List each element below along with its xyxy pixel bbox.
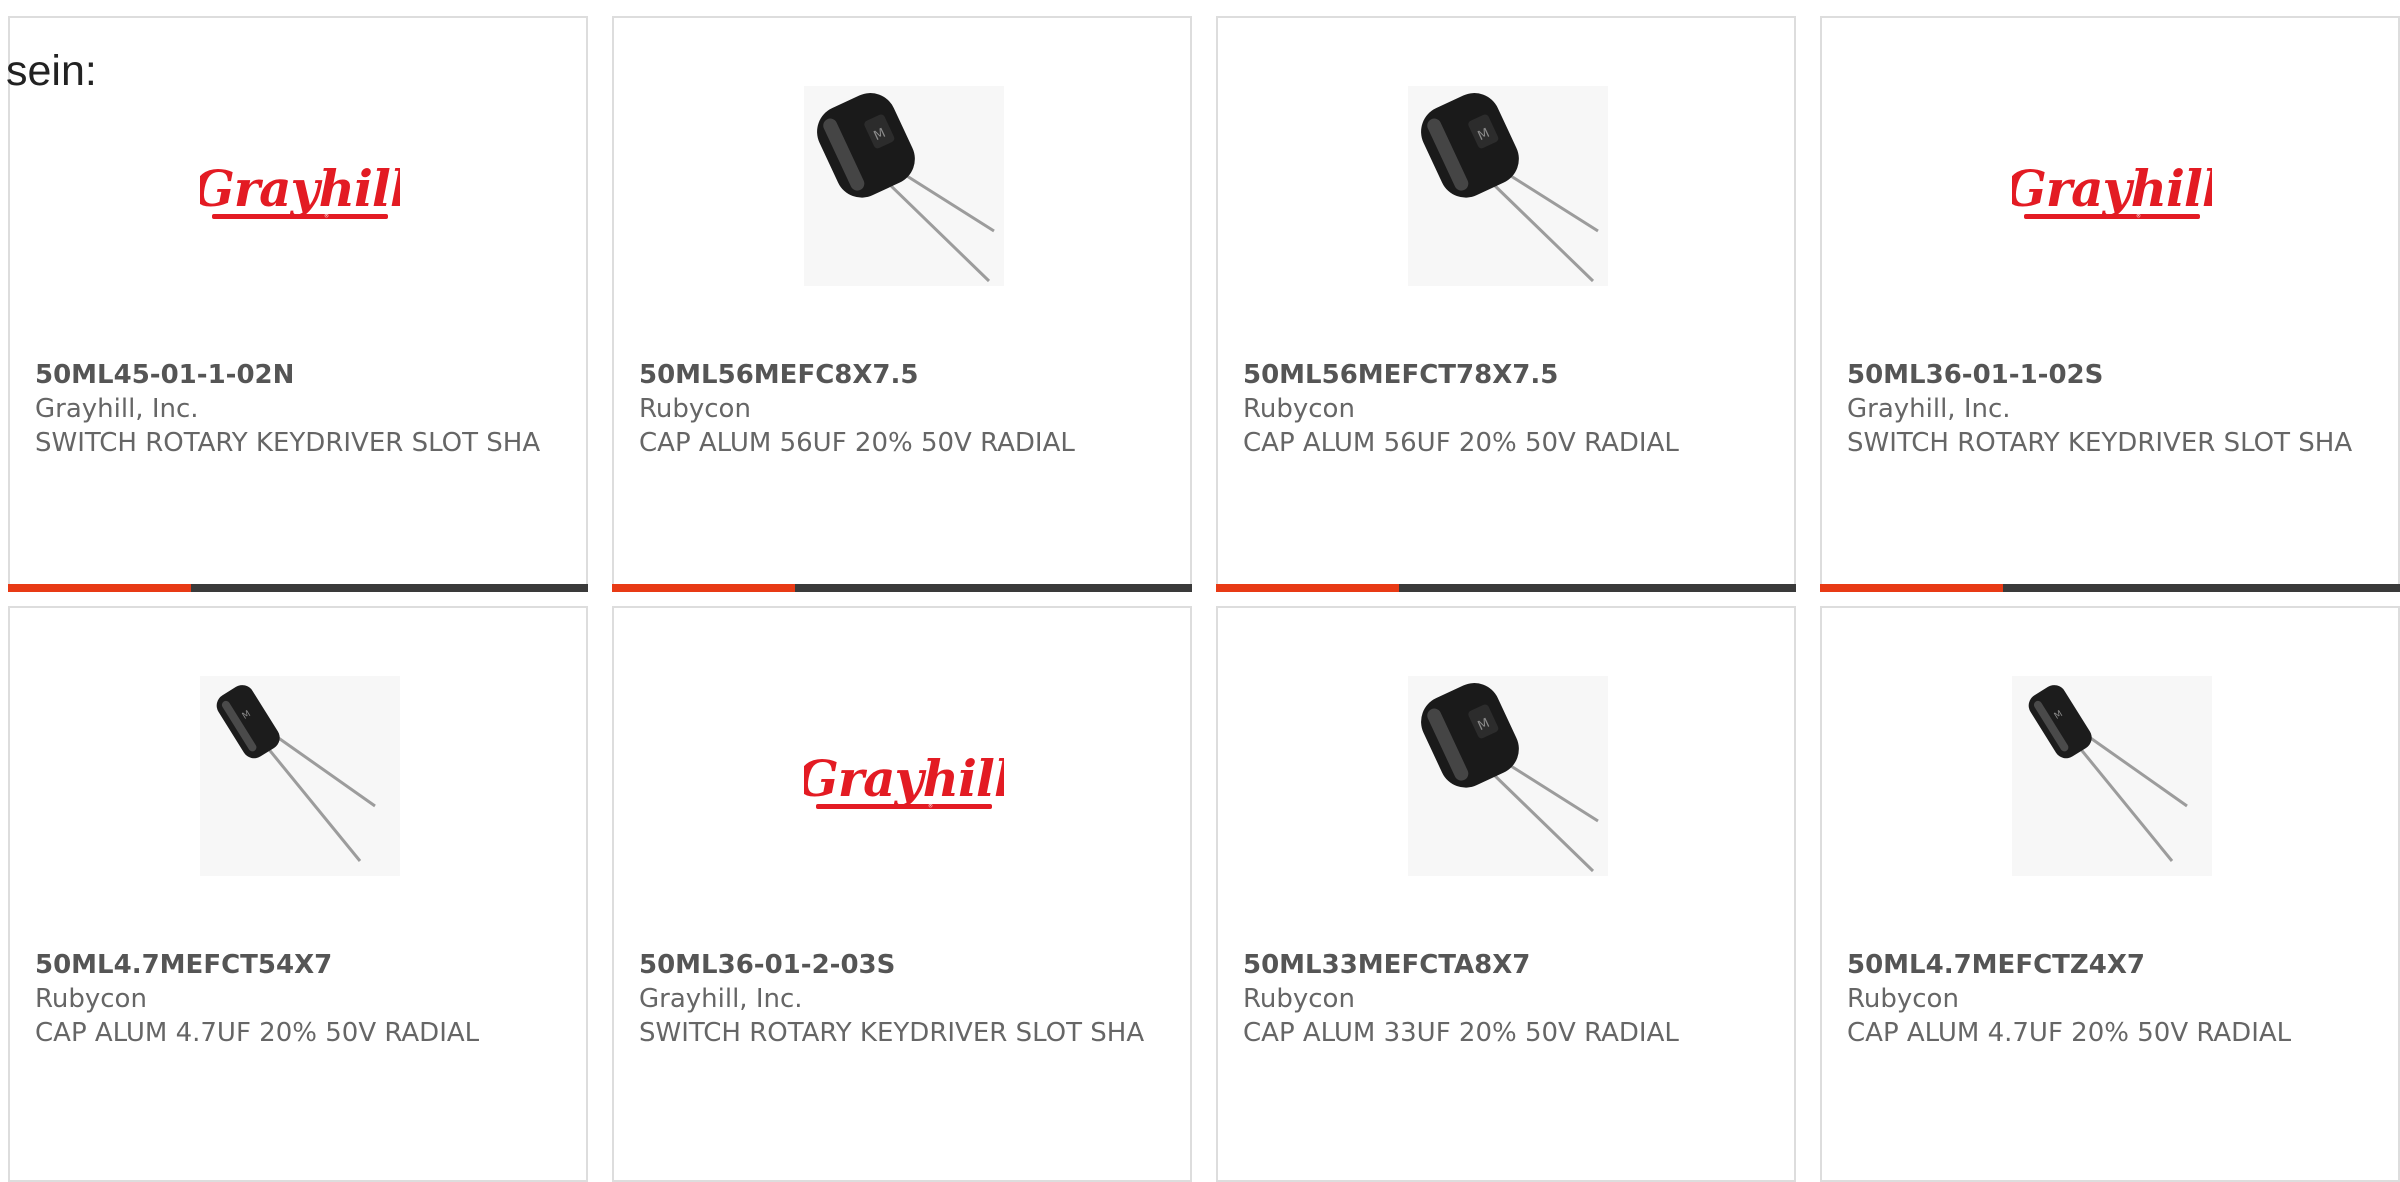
- product-image[interactable]: M: [1408, 676, 1608, 876]
- part-number-link[interactable]: 50ML56MEFCT78X7.5: [1243, 358, 1763, 392]
- manufacturer-name: Grayhill, Inc.: [1847, 394, 2011, 424]
- svg-text:Grayhill: Grayhill: [2012, 159, 2212, 218]
- part-number-link[interactable]: 50ML36-01-1-02S: [1847, 358, 2367, 392]
- part-number-link[interactable]: 50ML4.7MEFCT54X7: [35, 948, 555, 982]
- product-image[interactable]: M: [804, 86, 1004, 286]
- svg-text:Grayhill: Grayhill: [804, 749, 1004, 808]
- grayhill-logo-icon: Grayhill ®: [796, 749, 1013, 810]
- svg-text:Grayhill: Grayhill: [200, 159, 400, 218]
- product-image[interactable]: M: [1408, 86, 1608, 286]
- manufacturer-name: Rubycon: [1847, 984, 1959, 1014]
- part-number-link[interactable]: 50ML36-01-2-03S: [639, 948, 1159, 982]
- product-description: SWITCH ROTARY KEYDRIVER SLOT SHA: [1847, 428, 2353, 458]
- grayhill-logo-icon: Grayhill ®: [2004, 159, 2221, 220]
- product-image[interactable]: Grayhill ®: [2004, 86, 2221, 286]
- manufacturer-name: Rubycon: [639, 394, 751, 424]
- card-accent-bar: [8, 584, 191, 592]
- product-card[interactable]: Grayhill ® 50ML45-01-1-02N Grayhill, Inc…: [8, 16, 588, 592]
- card-accent-bar: [612, 584, 795, 592]
- capacitor-icon: M: [1408, 676, 1608, 876]
- product-card[interactable]: Grayhill ® 50ML36-01-2-03S Grayhill, Inc…: [612, 606, 1192, 1182]
- product-info: 50ML4.7MEFCT54X7 Rubycon CAP ALUM 4.7UF …: [35, 948, 555, 1050]
- product-description: SWITCH ROTARY KEYDRIVER SLOT SHA: [35, 428, 541, 458]
- product-card[interactable]: M 50ML4.7MEFCTZ4X7 Rubycon CAP ALUM 4.7U…: [1820, 606, 2400, 1182]
- product-description: SWITCH ROTARY KEYDRIVER SLOT SHA: [639, 1018, 1145, 1048]
- product-card[interactable]: M 50ML56MEFCT78X7.5 Rubycon CAP ALUM 56U…: [1216, 16, 1796, 592]
- product-image[interactable]: M: [200, 676, 400, 876]
- svg-text:®: ®: [928, 803, 933, 810]
- product-description: CAP ALUM 56UF 20% 50V RADIAL: [1243, 428, 1679, 458]
- card-accent-bar: [1820, 584, 2003, 592]
- product-description: CAP ALUM 4.7UF 20% 50V RADIAL: [35, 1018, 480, 1048]
- product-card[interactable]: M 50ML33MEFCTA8X7 Rubycon CAP ALUM 33UF …: [1216, 606, 1796, 1182]
- product-image[interactable]: Grayhill ®: [796, 676, 1013, 876]
- capacitor-icon: M: [1408, 86, 1608, 286]
- manufacturer-name: Grayhill, Inc.: [639, 984, 803, 1014]
- product-description: CAP ALUM 4.7UF 20% 50V RADIAL: [1847, 1018, 2292, 1048]
- product-info: 50ML56MEFC8X7.5 Rubycon CAP ALUM 56UF 20…: [639, 358, 1159, 460]
- card-accent-bar: [1216, 584, 1399, 592]
- product-info: 50ML36-01-2-03S Grayhill, Inc. SWITCH RO…: [639, 948, 1159, 1050]
- svg-text:®: ®: [324, 213, 329, 220]
- manufacturer-name: Rubycon: [1243, 984, 1355, 1014]
- part-number-link[interactable]: 50ML45-01-1-02N: [35, 358, 555, 392]
- capacitor-icon: M: [804, 86, 1004, 286]
- part-number-link[interactable]: 50ML33MEFCTA8X7: [1243, 948, 1763, 982]
- grayhill-logo-icon: Grayhill ®: [192, 159, 409, 220]
- product-image[interactable]: Grayhill ®: [192, 86, 409, 286]
- capacitor-icon: M: [2012, 676, 2212, 876]
- part-number-link[interactable]: 50ML56MEFC8X7.5: [639, 358, 1159, 392]
- product-card[interactable]: M 50ML56MEFC8X7.5 Rubycon CAP ALUM 56UF …: [612, 16, 1192, 592]
- product-info: 50ML36-01-1-02S Grayhill, Inc. SWITCH RO…: [1847, 358, 2367, 460]
- product-info: 50ML33MEFCTA8X7 Rubycon CAP ALUM 33UF 20…: [1243, 948, 1763, 1050]
- product-card[interactable]: Grayhill ® 50ML36-01-1-02S Grayhill, Inc…: [1820, 16, 2400, 592]
- product-info: 50ML4.7MEFCTZ4X7 Rubycon CAP ALUM 4.7UF …: [1847, 948, 2367, 1050]
- card-bottom-bar: [1216, 584, 1796, 592]
- card-bottom-bar: [1820, 584, 2400, 592]
- product-description: CAP ALUM 33UF 20% 50V RADIAL: [1243, 1018, 1679, 1048]
- manufacturer-name: Grayhill, Inc.: [35, 394, 199, 424]
- manufacturer-name: Rubycon: [35, 984, 147, 1014]
- product-description: CAP ALUM 56UF 20% 50V RADIAL: [639, 428, 1075, 458]
- card-bottom-bar: [8, 584, 588, 592]
- card-bottom-bar: [612, 584, 1192, 592]
- part-number-link[interactable]: 50ML4.7MEFCTZ4X7: [1847, 948, 2367, 982]
- manufacturer-name: Rubycon: [1243, 394, 1355, 424]
- product-image[interactable]: M: [2012, 676, 2212, 876]
- capacitor-icon: M: [200, 676, 400, 876]
- product-info: 50ML45-01-1-02N Grayhill, Inc. SWITCH RO…: [35, 358, 555, 460]
- svg-text:®: ®: [2136, 213, 2141, 220]
- intro-text: sein:: [6, 47, 97, 95]
- product-card[interactable]: M 50ML4.7MEFCT54X7 Rubycon CAP ALUM 4.7U…: [8, 606, 588, 1182]
- product-info: 50ML56MEFCT78X7.5 Rubycon CAP ALUM 56UF …: [1243, 358, 1763, 460]
